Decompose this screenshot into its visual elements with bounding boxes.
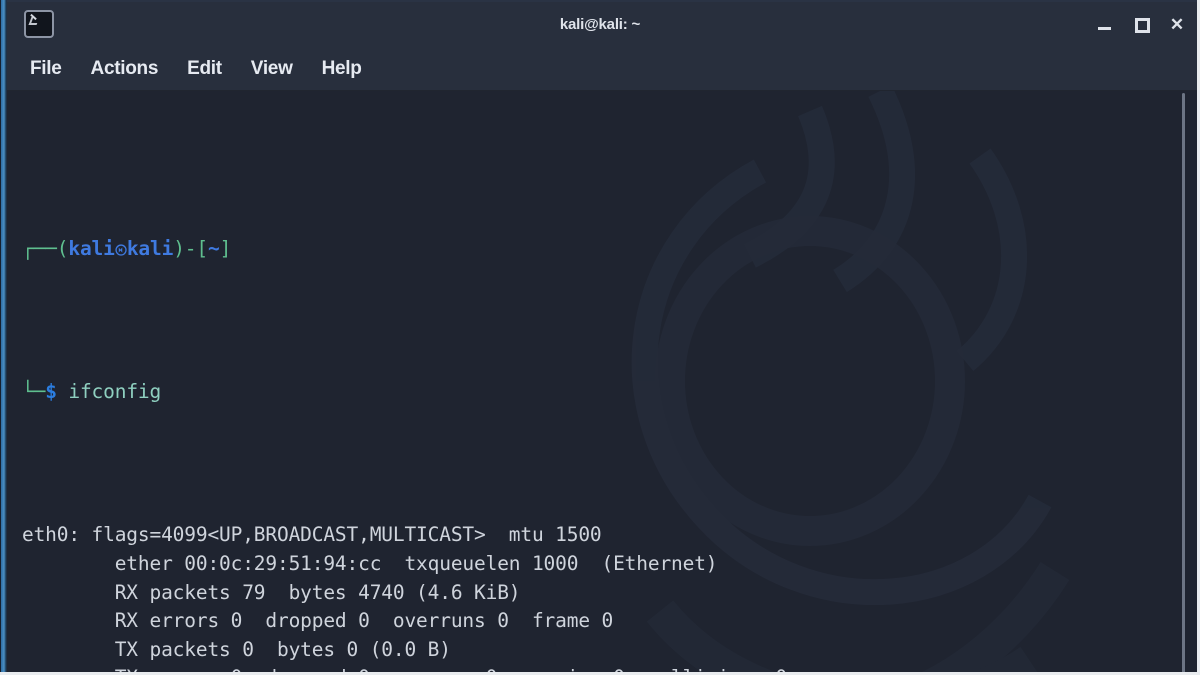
title-bar[interactable]: kali@kali: ~ ✕ [0,0,1200,48]
prompt-sigil: $ [45,380,57,404]
command-input[interactable]: ifconfig [68,380,161,403]
prompt-line-2: └─$ ifconfig [22,378,1200,407]
window-top-border [0,0,1200,2]
close-icon[interactable]: ✕ [1168,15,1186,33]
command-output: eth0: flags=4099<UP,BROADCAST,MULTICAST>… [22,521,1200,675]
window-active-accent-border [0,0,7,675]
scrollbar-thumb[interactable] [1182,93,1185,675]
prompt-bracket-open: [ [196,237,208,261]
terminal-screen[interactable]: ┌──(kali kali)-[~] └─$ ifconfig eth0: fla… [0,91,1200,675]
output-line: TX packets 0 bytes 0 (0.0 B) [22,637,451,661]
terminal-scrollbar[interactable] [1178,91,1188,675]
minimize-icon[interactable] [1096,15,1114,33]
terminal-window: kali@kali: ~ ✕ File Actions Edit View He… [0,0,1200,675]
terminal-icon [24,10,54,38]
prompt-user: kali [68,237,115,261]
prompt-dash: - [184,237,197,261]
menu-item-file[interactable]: File [30,58,62,80]
menu-item-actions[interactable]: Actions [91,58,159,80]
menu-item-view[interactable]: View [251,58,293,80]
output-line: eth0: flags=4099<UP,BROADCAST,MULTICAST>… [22,523,602,547]
output-line: RX errors 0 dropped 0 overruns 0 frame 0 [22,609,614,633]
menu-item-edit[interactable]: Edit [187,58,222,80]
kali-dragon-icon [115,237,127,257]
output-line: ether 00:0c:29:51:94:cc txqueuelen 1000 … [22,551,718,575]
window-title: kali@kali: ~ [559,15,641,33]
prompt-box-bottom: └─ [22,380,46,404]
prompt-host: kali [126,237,174,261]
output-line: RX packets 79 bytes 4740 (4.6 KiB) [22,580,521,604]
prompt-box-top: ┌── [22,237,57,261]
menu-bar: File Actions Edit View Help [0,48,1200,91]
menu-item-help[interactable]: Help [322,58,362,80]
command-space [57,380,69,403]
maximize-icon[interactable] [1132,15,1150,33]
prompt-paren-close: ) [173,237,185,261]
terminal-body[interactable]: ┌──(kali kali)-[~] └─$ ifconfig eth0: fla… [0,91,1200,675]
prompt-cwd: ~ [207,237,220,261]
prompt-line-1: ┌──(kali kali)-[~] [22,235,1200,264]
prompt-paren-open: ( [56,237,69,261]
window-controls: ✕ [1096,15,1186,33]
prompt-bracket-close: ] [219,237,232,261]
